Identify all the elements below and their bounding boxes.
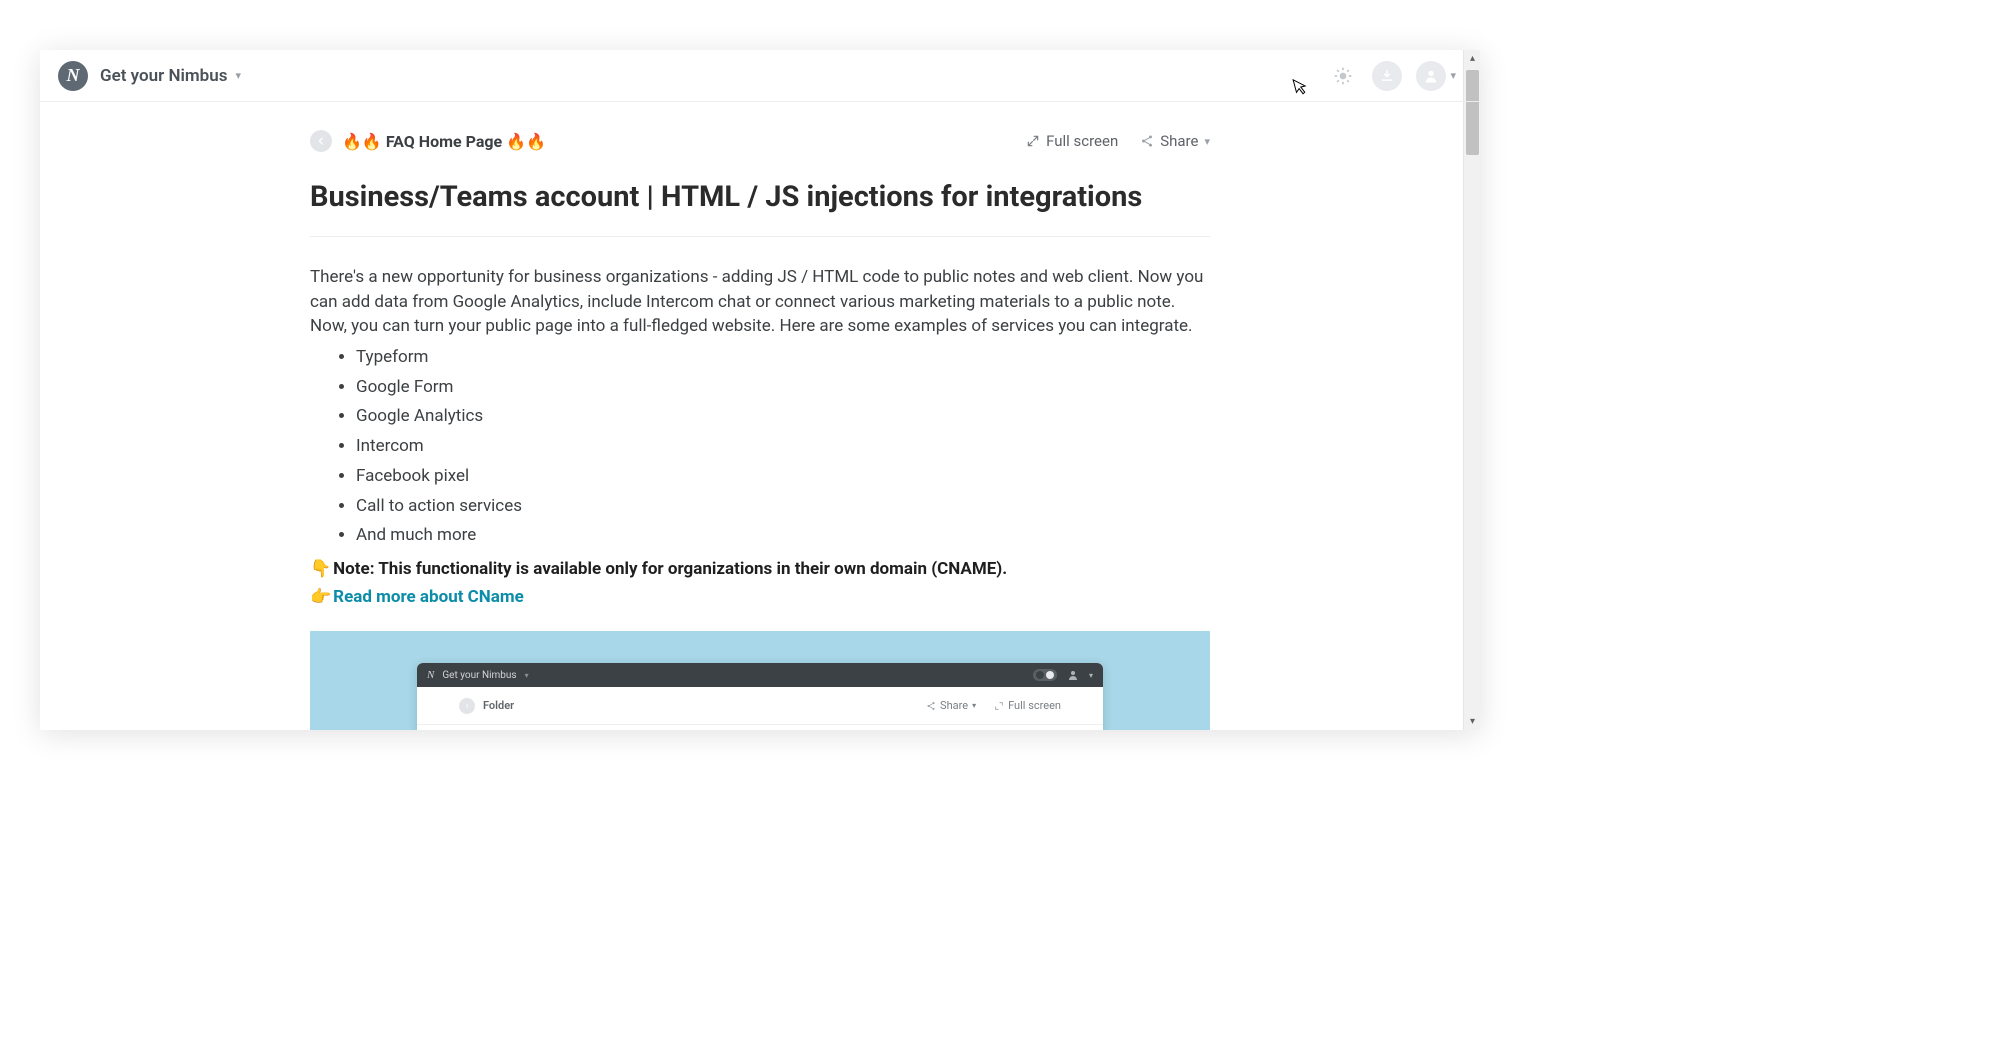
embedded-fullscreen: Full screen — [994, 699, 1061, 712]
fullscreen-icon — [1026, 134, 1040, 148]
download-icon — [1380, 69, 1394, 83]
user-menu[interactable]: ▾ — [1416, 61, 1456, 91]
note-text: Note: This functionality is available on… — [333, 559, 1007, 579]
breadcrumb[interactable]: 🔥🔥 FAQ Home Page 🔥🔥 — [310, 130, 546, 152]
user-icon — [1423, 68, 1439, 84]
back-button[interactable] — [310, 130, 332, 152]
embedded-sub-header: ‹ Folder Share ▾ Full screen — [417, 687, 1103, 725]
download-button[interactable] — [1372, 61, 1402, 91]
fire-icon: 🔥🔥 — [342, 132, 382, 151]
app-logo[interactable]: N — [58, 61, 88, 91]
note-line: 👇 Note: This functionality is available … — [310, 559, 1210, 579]
embedded-header: N Get your Nimbus ▾ ▾ — [417, 663, 1103, 687]
pointing-right-icon: 👉 — [310, 587, 331, 607]
folder-label: Folder — [483, 699, 514, 712]
breadcrumb-text: FAQ Home Page — [386, 132, 502, 151]
chevron-down-icon: ▾ — [1204, 135, 1210, 148]
app-body: 🔥🔥 FAQ Home Page 🔥🔥 Full screen — [40, 102, 1480, 730]
embedded-actions: Share ▾ Full screen — [926, 699, 1061, 712]
fullscreen-label: Full screen — [1046, 132, 1118, 150]
app-window: ▴ ▾ N Get your Nimbus ▾ ▾ — [40, 50, 1480, 730]
sub-actions: Full screen Share ▾ — [1026, 132, 1210, 150]
services-list: Typeform Google Form Google Analytics In… — [356, 343, 1210, 551]
app-header: N Get your Nimbus ▾ ▾ — [40, 50, 1480, 102]
back-icon: ‹ — [459, 698, 475, 714]
fullscreen-button[interactable]: Full screen — [1026, 132, 1118, 150]
pointing-down-icon: 👇 — [310, 559, 331, 579]
fire-icon: 🔥🔥 — [506, 132, 546, 151]
share-label: Share — [1160, 132, 1198, 150]
theme-toggle-button[interactable] — [1328, 61, 1358, 91]
share-icon — [1140, 134, 1154, 148]
list-item: Call to action services — [356, 492, 1210, 522]
embedded-screenshot: N Get your Nimbus ▾ ▾ ‹ — [310, 631, 1210, 730]
embedded-share: Share ▾ — [926, 699, 976, 712]
embedded-window: N Get your Nimbus ▾ ▾ ‹ — [417, 663, 1103, 730]
chevron-down-icon: ▾ — [1089, 671, 1093, 680]
embedded-header-right: ▾ — [1033, 669, 1093, 681]
content: 🔥🔥 FAQ Home Page 🔥🔥 Full screen — [310, 102, 1210, 730]
chevron-down-icon: ▾ — [1450, 69, 1456, 82]
share-button[interactable]: Share ▾ — [1140, 132, 1210, 150]
embedded-body: My Form — [417, 725, 1103, 730]
list-item: Typeform — [356, 343, 1210, 373]
theme-toggle — [1033, 669, 1057, 681]
chevron-down-icon: ▾ — [525, 671, 529, 680]
sun-icon — [1333, 66, 1353, 86]
embedded-brand: Get your Nimbus — [442, 670, 516, 681]
list-item: Intercom — [356, 432, 1210, 462]
chevron-left-icon — [316, 136, 326, 146]
intro-paragraph: There's a new opportunity for business o… — [310, 265, 1210, 339]
list-item: Google Analytics — [356, 402, 1210, 432]
list-item: Google Form — [356, 373, 1210, 403]
embedded-logo: N — [427, 669, 434, 681]
fullscreen-icon — [994, 701, 1004, 711]
mouse-cursor-icon — [1292, 75, 1310, 96]
brand-dropdown[interactable]: Get your Nimbus — [100, 66, 227, 86]
sub-header: 🔥🔥 FAQ Home Page 🔥🔥 Full screen — [310, 130, 1210, 152]
share-icon — [926, 701, 936, 711]
list-item: And much more — [356, 521, 1210, 551]
list-item: Facebook pixel — [356, 462, 1210, 492]
logo-letter: N — [67, 65, 80, 86]
chevron-down-icon[interactable]: ▾ — [235, 69, 241, 82]
user-icon — [1067, 669, 1079, 681]
embedded-breadcrumb: ‹ Folder — [459, 698, 514, 714]
header-right: ▾ — [1300, 50, 1456, 101]
breadcrumb-title: 🔥🔥 FAQ Home Page 🔥🔥 — [342, 132, 546, 151]
avatar — [1416, 61, 1446, 91]
read-more-line: 👉 Read more about CName — [310, 587, 1210, 607]
read-more-link[interactable]: Read more about CName — [333, 587, 524, 607]
page-title: Business/Teams account | HTML / JS injec… — [310, 180, 1210, 237]
